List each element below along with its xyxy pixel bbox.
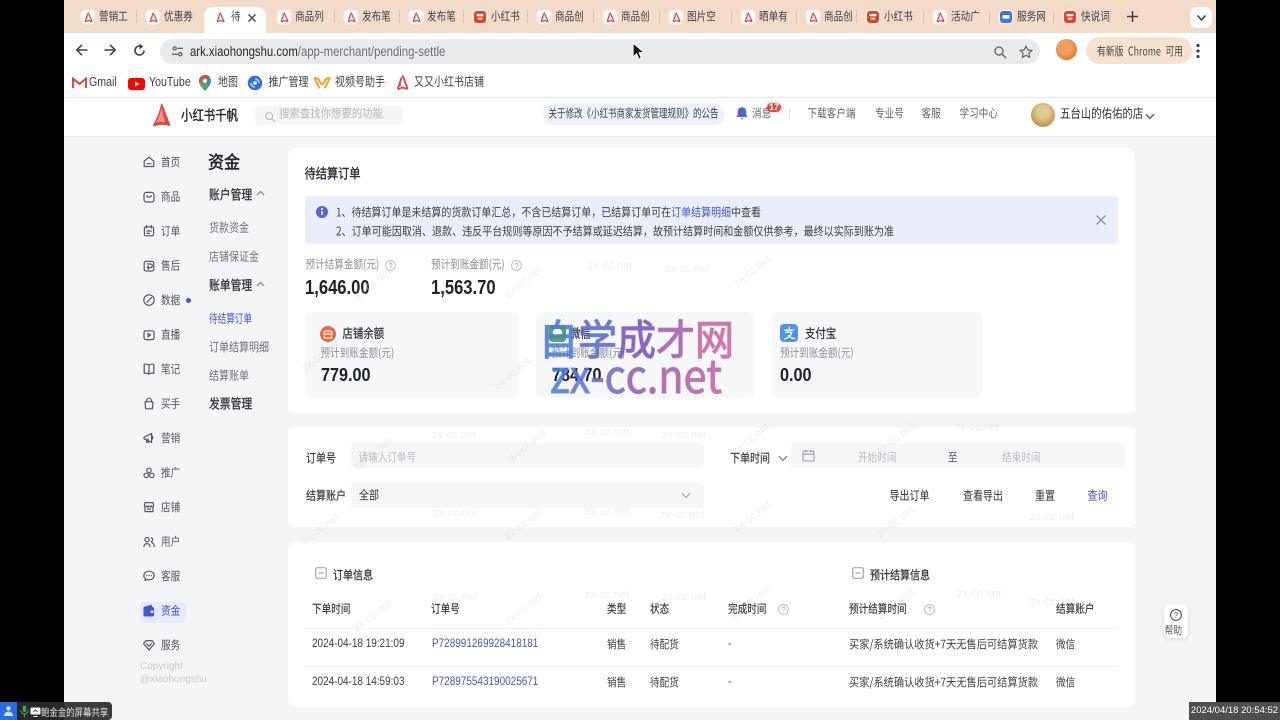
svg-text:?: ? xyxy=(1174,611,1179,620)
svg-text:?: ? xyxy=(781,604,785,613)
svg-text:?: ? xyxy=(514,260,518,269)
svg-text:?: ? xyxy=(927,604,931,613)
svg-text:?: ? xyxy=(388,260,392,269)
